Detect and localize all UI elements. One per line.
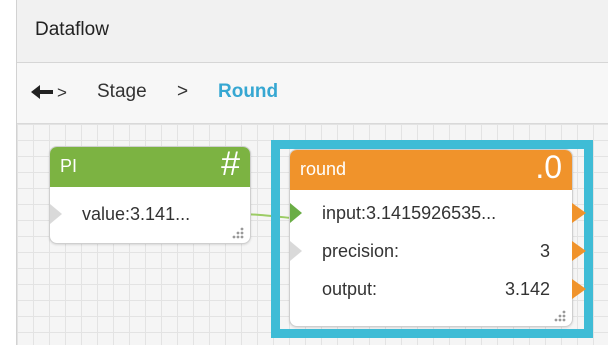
output-port-icon[interactable] <box>572 241 586 261</box>
input-port-icon[interactable] <box>290 241 302 261</box>
dataflow-panel: Dataflow > Stage > Round PI # value:3.14… <box>16 0 608 345</box>
round-precision-label: precision: <box>322 241 400 261</box>
output-port-icon[interactable] <box>572 279 586 299</box>
breadcrumb: > Stage > Round <box>17 63 608 124</box>
pi-value-port[interactable]: value:3.141... <box>50 195 250 233</box>
round-input-label: input:3.1415926535... <box>322 203 497 223</box>
graph-canvas[interactable]: PI # value:3.141... round .0 input:3.141… <box>17 124 608 345</box>
pi-value-label: value:3.141... <box>82 204 191 224</box>
pi-input-port-icon[interactable] <box>50 204 62 224</box>
panel-title: Dataflow <box>35 19 109 40</box>
hash-icon: # <box>221 145 240 183</box>
round-input-port[interactable]: input:3.1415926535... <box>290 194 586 232</box>
round-node[interactable]: round .0 input:3.1415926535... precision… <box>289 149 586 327</box>
output-port-icon[interactable] <box>572 203 586 223</box>
resize-handle-icon[interactable] <box>554 310 566 322</box>
resize-handle-icon[interactable] <box>232 227 244 239</box>
round-output-value: 3.142 <box>504 279 550 299</box>
round-precision-port[interactable]: precision: 3 <box>290 232 586 270</box>
breadcrumb-item-stage[interactable]: Stage <box>97 81 147 103</box>
panel-titlebar: Dataflow <box>17 0 608 63</box>
round-output-port[interactable]: output: 3.142 <box>290 270 586 308</box>
decimal-icon: .0 <box>535 149 562 185</box>
pi-node-header[interactable]: PI # <box>50 145 250 187</box>
back-arrow-icon[interactable]: > <box>31 82 71 102</box>
round-node-title: round <box>300 159 347 179</box>
round-node-header[interactable]: round .0 <box>290 149 572 190</box>
breadcrumb-item-round: Round <box>218 81 279 102</box>
svg-text:>: > <box>57 83 67 102</box>
round-precision-value[interactable]: 3 <box>540 241 550 262</box>
breadcrumb-separator: > <box>177 81 189 102</box>
round-output-label: output: <box>322 279 378 299</box>
input-port-icon[interactable] <box>290 203 302 223</box>
pi-node-title: PI <box>60 156 78 176</box>
pi-node[interactable]: PI # value:3.141... <box>49 145 251 244</box>
